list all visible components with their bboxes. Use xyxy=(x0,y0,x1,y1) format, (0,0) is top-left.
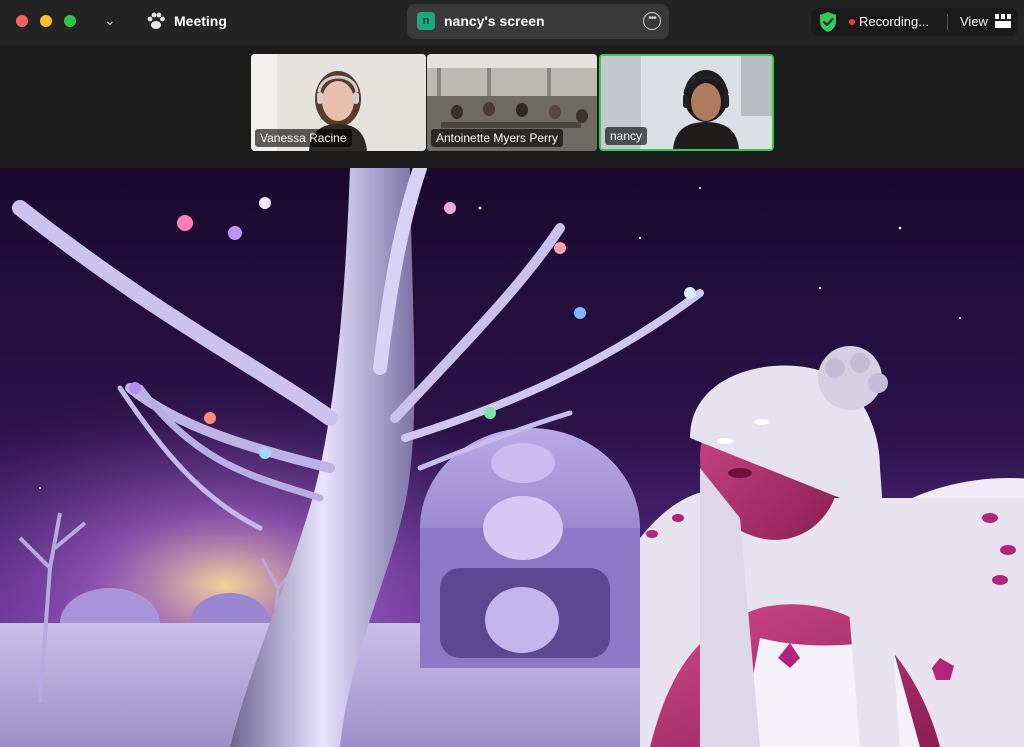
recording-label[interactable]: Recording... xyxy=(859,14,929,29)
gallery-view-icon[interactable] xyxy=(995,14,1011,28)
more-options-icon[interactable]: ••• xyxy=(643,12,661,30)
paw-icon xyxy=(147,12,165,29)
view-button[interactable]: View xyxy=(960,14,988,29)
shared-screen-content xyxy=(0,168,1024,747)
shield-check-icon[interactable] xyxy=(818,11,838,33)
participant-name: nancy xyxy=(605,127,648,145)
screen-share-indicator[interactable]: n nancy's screen ••• xyxy=(407,4,669,39)
share-title: nancy's screen xyxy=(444,13,545,29)
participant-name: Vanessa Racine xyxy=(255,129,352,147)
participant-strip: Vanessa Racine Antoinette Myers Perry na… xyxy=(0,46,1024,168)
title-bar: ⌄ Meeting n nancy's screen ••• Recording… xyxy=(0,0,1024,46)
recording-dot xyxy=(849,19,855,25)
close-window-button[interactable] xyxy=(16,15,28,27)
participant-tile-active-speaker[interactable]: nancy xyxy=(599,54,774,151)
chevron-down-icon[interactable]: ⌄ xyxy=(104,12,116,29)
share-avatar: n xyxy=(417,12,435,30)
participant-tile[interactable]: Antoinette Myers Perry xyxy=(427,54,597,151)
participant-tile[interactable]: Vanessa Racine xyxy=(251,54,426,151)
participant-name: Antoinette Myers Perry xyxy=(431,129,564,147)
divider xyxy=(947,14,948,30)
zoom-window-button[interactable] xyxy=(64,15,76,27)
minimize-window-button[interactable] xyxy=(40,15,52,27)
meeting-title: Meeting xyxy=(174,13,227,29)
shared-scene-image xyxy=(0,168,1024,747)
recording-controls: Recording... View xyxy=(811,8,1018,36)
